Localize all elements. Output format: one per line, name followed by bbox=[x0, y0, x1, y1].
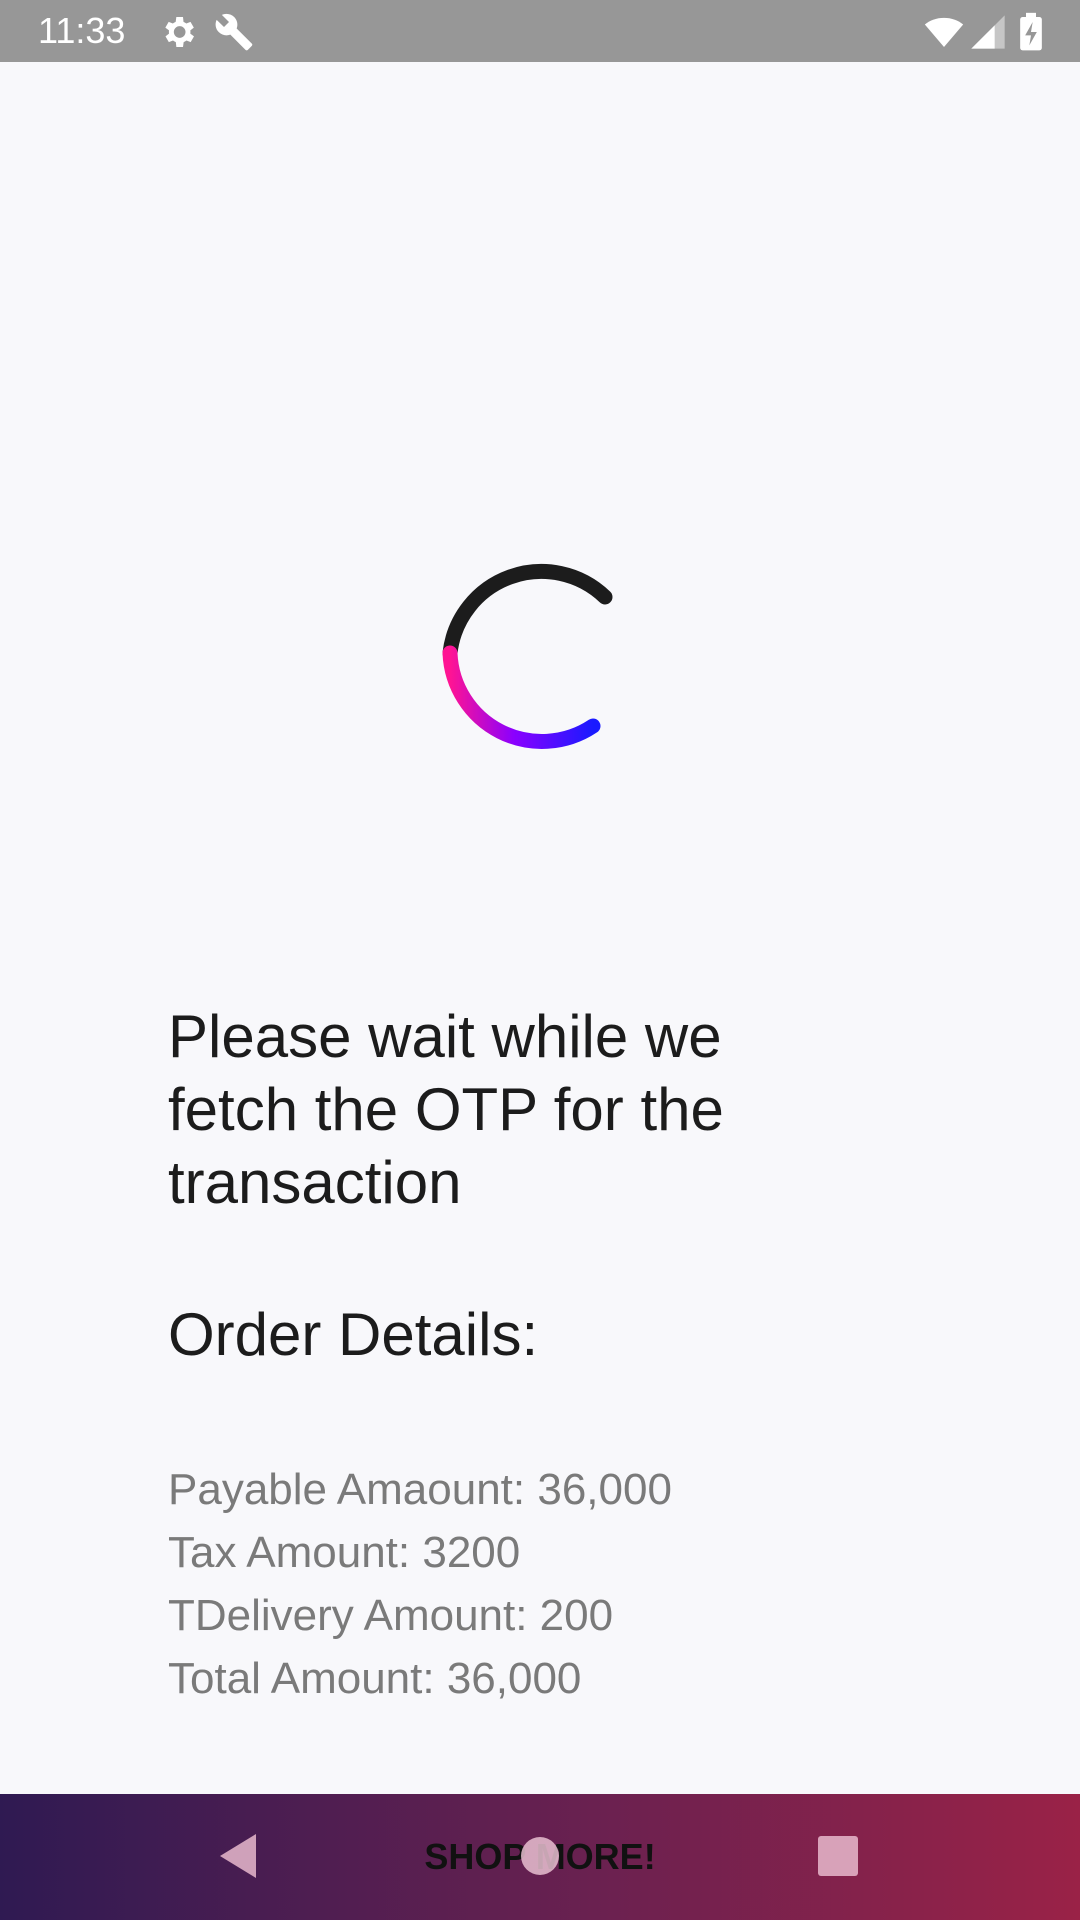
delivery-amount: TDelivery Amount: 200 bbox=[168, 1591, 614, 1640]
wifi-icon bbox=[924, 17, 964, 47]
recents-icon[interactable] bbox=[812, 1830, 864, 1882]
settings-icon bbox=[165, 17, 194, 47]
home-icon[interactable] bbox=[514, 1830, 566, 1882]
signal-icon bbox=[971, 15, 1005, 49]
payable-amount: Payable Amaount: 36,000 bbox=[168, 1465, 672, 1514]
loading-message: Please wait while we fetch the OTP for t… bbox=[168, 1003, 724, 1216]
status-bar: 11:33 bbox=[0, 0, 1080, 62]
order-details-title: Order Details: bbox=[168, 1301, 539, 1368]
status-time: 11:33 bbox=[38, 10, 126, 51]
battery-charging-icon bbox=[1020, 12, 1042, 51]
wrench-icon bbox=[215, 13, 253, 51]
tax-amount: Tax Amount: 3200 bbox=[168, 1528, 521, 1577]
loading-spinner bbox=[442, 563, 613, 749]
screen: 11:33 Please wait while we fetch the OTP… bbox=[0, 0, 1080, 1920]
back-icon[interactable] bbox=[212, 1830, 264, 1882]
total-amount: Total Amount: 36,000 bbox=[168, 1654, 582, 1703]
